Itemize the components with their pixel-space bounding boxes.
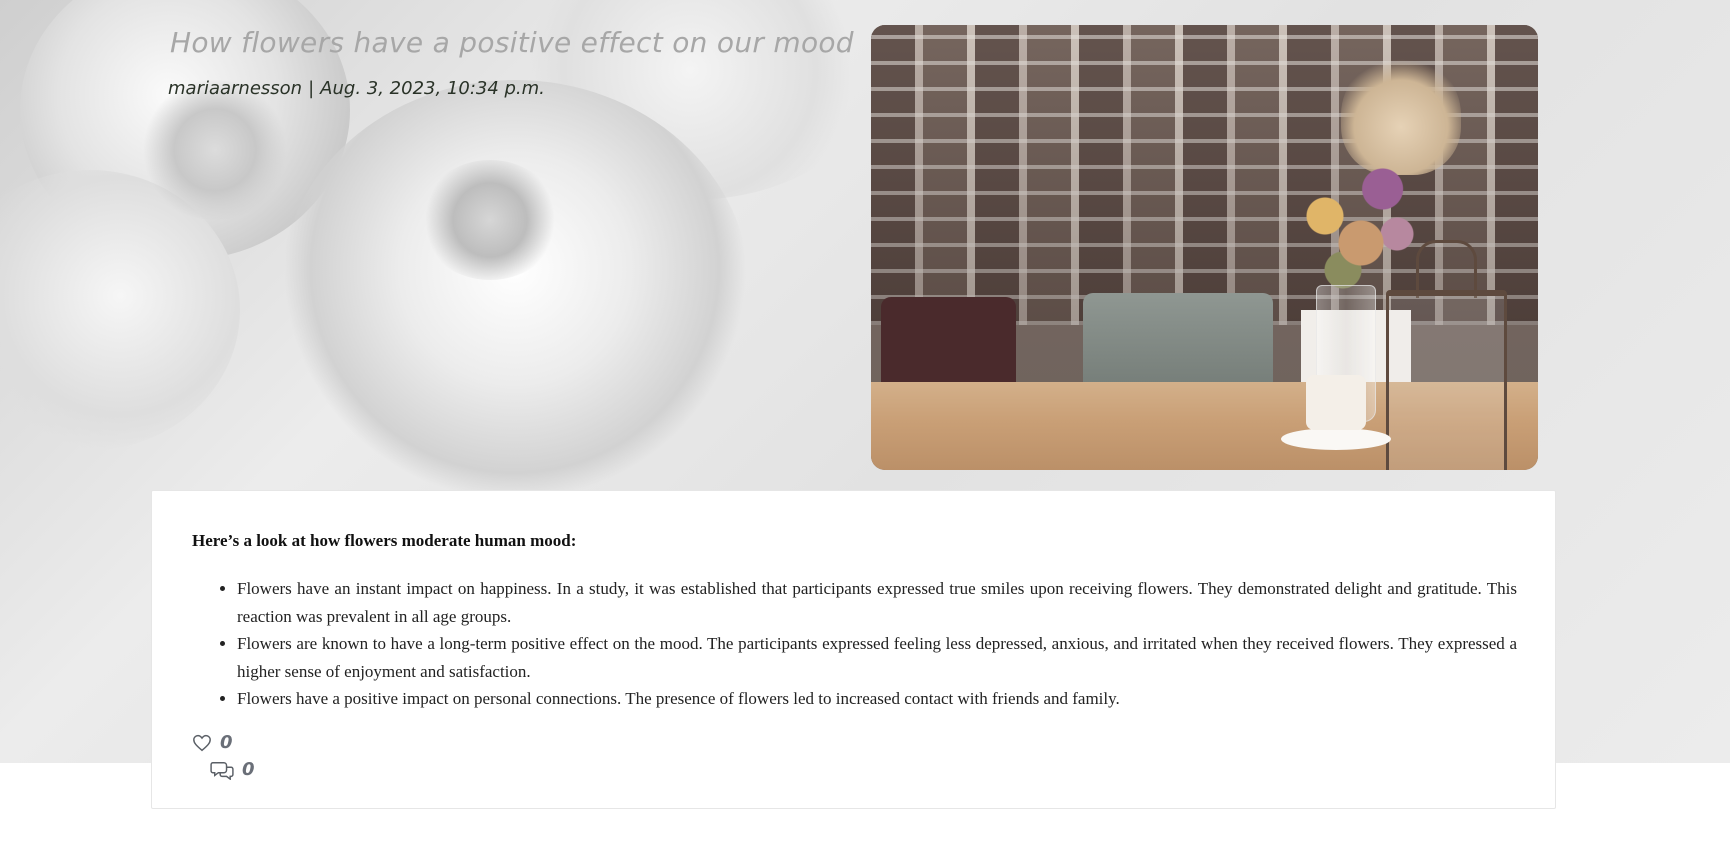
- heart-icon: [193, 734, 211, 751]
- like-button[interactable]: 0: [192, 732, 233, 753]
- post-content-card: Here’s a look at how flowers moderate hu…: [151, 490, 1556, 809]
- paper-flower-decoration: [280, 80, 750, 500]
- list-item: Flowers are known to have a long-term po…: [237, 630, 1517, 685]
- post-author[interactable]: mariaarnesson: [168, 78, 302, 99]
- candle: [1306, 375, 1366, 430]
- comment-count: 0: [242, 759, 255, 780]
- post-title: How flowers have a positive effect on ou…: [170, 26, 854, 59]
- paper-flower-decoration: [420, 160, 560, 280]
- post-cover-image: [871, 25, 1538, 470]
- paper-flower-decoration: [140, 80, 290, 220]
- post-lead: Here’s a look at how flowers moderate hu…: [192, 531, 577, 550]
- comments-button[interactable]: 0: [210, 759, 255, 780]
- post-bullet-list: Flowers have an instant impact on happin…: [237, 575, 1517, 713]
- saucer: [1281, 428, 1391, 450]
- post-byline: mariaarnesson | Aug. 3, 2023, 10:34 p.m.: [168, 78, 545, 99]
- list-item: Flowers have a positive impact on person…: [237, 685, 1517, 713]
- byline-separator: |: [308, 78, 315, 99]
- comments-icon: [210, 761, 234, 780]
- list-item: Flowers have an instant impact on happin…: [237, 575, 1517, 630]
- glass-lantern: [1386, 290, 1507, 470]
- like-count: 0: [220, 732, 233, 753]
- post-date: Aug. 3, 2023, 10:34 p.m.: [320, 78, 545, 99]
